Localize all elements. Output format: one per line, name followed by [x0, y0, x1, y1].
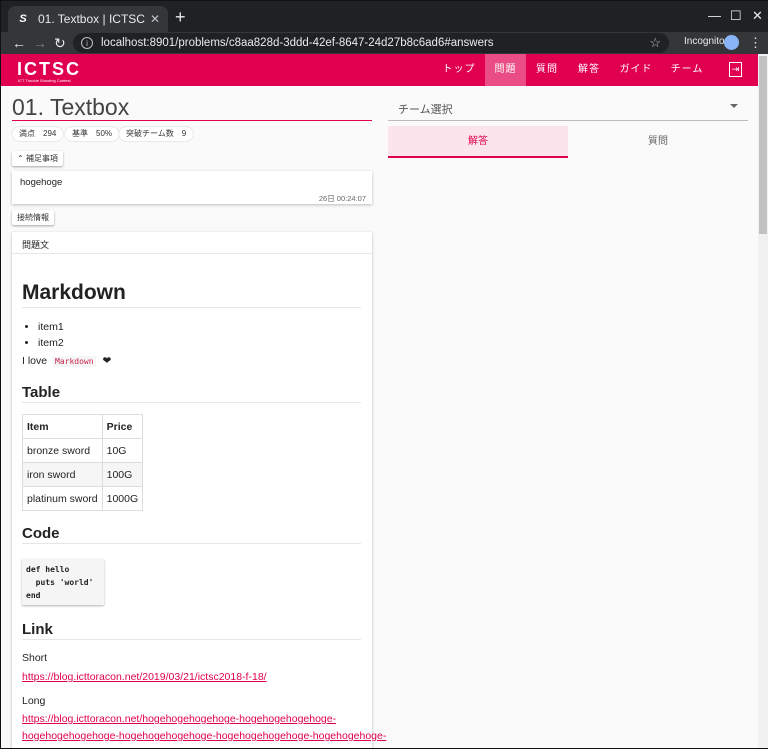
- supplement-button-label: 補足事項: [25, 154, 58, 163]
- team-select[interactable]: チーム選択: [388, 93, 748, 121]
- md-list: item1 item2: [38, 319, 64, 351]
- browser-tab[interactable]: S 01. Textbox | ICTSC ✕: [8, 6, 168, 32]
- table-cell: 1000G: [101, 486, 144, 511]
- supplement-card: hogehoge 26日 00:24:07: [12, 171, 372, 204]
- tab-strip: S 01. Textbox | ICTSC ✕ + — ☐ ✕: [1, 1, 768, 32]
- page-scrollbar[interactable]: [758, 54, 768, 748]
- table-cell: bronze sword: [22, 438, 103, 463]
- criteria-chip: 基準 50%: [65, 127, 120, 141]
- supplement-timestamp: 26日 00:24:07: [318, 194, 366, 203]
- list-item: item2: [38, 335, 64, 351]
- table-row: platinum sword 1000G: [22, 486, 144, 511]
- long-link-line[interactable]: https://blog.icttoracon.net/hogehogehoge…: [22, 713, 336, 725]
- new-tab-icon[interactable]: +: [175, 8, 186, 26]
- web-page: ICTSC ICT Trouble Shooting Contest トップ 問…: [1, 54, 758, 748]
- nav-answers[interactable]: 解答: [571, 54, 607, 86]
- md-heading-link: Link: [22, 621, 361, 640]
- table-row: bronze sword 10G: [22, 438, 144, 463]
- address-bar[interactable]: i localhost:8901/problems/c8aa828d-3ddd-…: [73, 33, 669, 53]
- nav-top[interactable]: トップ: [437, 54, 481, 86]
- nav-team[interactable]: チーム: [665, 54, 709, 86]
- heart-icon: ❤: [102, 355, 112, 367]
- md-heading-table: Table: [22, 384, 361, 403]
- incognito-icon[interactable]: [724, 35, 739, 50]
- supplement-toggle-button[interactable]: ⌃ 補足事項: [12, 151, 63, 166]
- list-item: item1: [38, 319, 64, 335]
- bookmark-star-icon[interactable]: ☆: [649, 35, 661, 51]
- table-cell: 100G: [101, 462, 144, 487]
- app-header: ICTSC ICT Trouble Shooting Contest トップ 問…: [1, 54, 758, 86]
- back-icon[interactable]: ←: [12, 34, 26, 52]
- table-header: Item: [22, 414, 103, 439]
- nav-guide[interactable]: ガイド: [614, 54, 658, 86]
- connection-info-button[interactable]: 接続情報: [12, 210, 54, 225]
- short-label: Short: [22, 652, 48, 664]
- md-love-line: I love Markdown ❤: [22, 355, 111, 367]
- browser-menu-icon[interactable]: ⋮: [749, 35, 762, 51]
- page-title: 01. Textbox: [12, 94, 372, 121]
- tab-title: 01. Textbox | ICTSC: [38, 12, 145, 26]
- table-cell: iron sword: [22, 462, 103, 487]
- statement-divider: [12, 253, 372, 254]
- reload-icon[interactable]: ↻: [54, 34, 66, 52]
- table-header-row: Item Price: [22, 414, 144, 439]
- ictsc-favicon-icon: S: [19, 13, 27, 25]
- score-chip: 満点 294: [12, 127, 64, 141]
- table-cell: platinum sword: [22, 486, 103, 511]
- ictsc-logo[interactable]: ICTSC: [17, 59, 81, 80]
- nav-problems[interactable]: 問題: [485, 54, 526, 86]
- chevron-up-icon: ⌃: [17, 154, 26, 163]
- statement-label: 問題文: [22, 240, 50, 250]
- nav-questions[interactable]: 質問: [529, 54, 565, 86]
- long-link-line[interactable]: hogehogehogehoge-hogehogehogehoge-hogeho…: [22, 730, 386, 742]
- incognito-label: Incognito: [684, 36, 725, 47]
- table-header: Price: [101, 414, 144, 439]
- team-select-placeholder: チーム選択: [398, 104, 453, 116]
- logo-subtitle: ICT Trouble Shooting Contest: [18, 78, 71, 83]
- md-heading-code: Code: [22, 525, 361, 544]
- dropdown-caret-icon: [730, 104, 738, 108]
- table-row: iron sword 100G: [22, 462, 144, 487]
- browser-window: S 01. Textbox | ICTSC ✕ + — ☐ ✕ ← → ↻ i …: [0, 0, 768, 749]
- inline-code: Markdown: [53, 356, 96, 367]
- forward-icon[interactable]: →: [33, 34, 47, 52]
- long-label: Long: [22, 695, 46, 707]
- tab-answers[interactable]: 解答: [388, 126, 568, 158]
- browser-toolbar: ← → ↻ i localhost:8901/problems/c8aa828d…: [1, 32, 768, 54]
- maximize-icon[interactable]: ☐: [730, 8, 742, 24]
- solved-teams-chip: 突破チーム数 9: [119, 127, 194, 141]
- scrollbar-thumb[interactable]: [759, 56, 767, 234]
- close-window-icon[interactable]: ✕: [752, 8, 763, 24]
- site-info-icon[interactable]: i: [81, 37, 93, 49]
- url-text: localhost:8901/problems/c8aa828d-3ddd-42…: [101, 37, 494, 49]
- short-link-text[interactable]: https://blog.icttoracon.net/2019/03/21/i…: [22, 671, 267, 683]
- code-block: def hello puts 'world' end: [22, 559, 104, 605]
- table-cell: 10G: [101, 438, 144, 463]
- short-link[interactable]: https://blog.icttoracon.net/2019/03/21/i…: [22, 667, 267, 685]
- long-link[interactable]: https://blog.icttoracon.net/hogehogehoge…: [22, 710, 386, 744]
- price-table: Item Price bronze sword 10G iron sword 1…: [22, 414, 144, 511]
- md-heading-markdown: Markdown: [22, 281, 361, 308]
- love-text: I love: [22, 355, 48, 367]
- supplement-text: hogehoge: [20, 177, 63, 188]
- tab-close-icon[interactable]: ✕: [150, 12, 160, 26]
- logout-icon[interactable]: ⇥: [729, 62, 742, 77]
- minimize-icon[interactable]: —: [708, 8, 721, 23]
- tab-questions[interactable]: 質問: [568, 126, 748, 158]
